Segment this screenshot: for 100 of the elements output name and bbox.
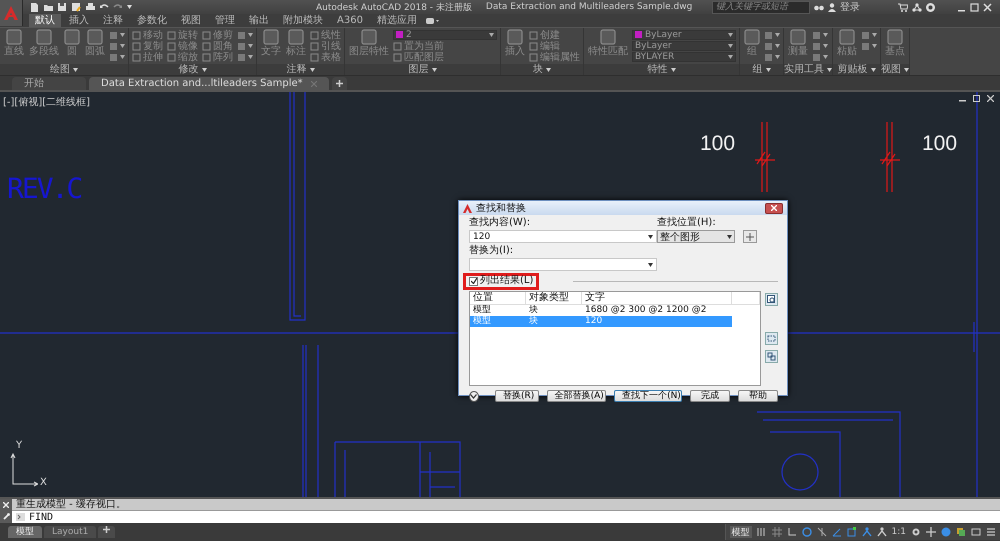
ribbon-icon-button[interactable] <box>237 30 253 40</box>
ribbon-tab[interactable]: 管理 <box>209 14 241 27</box>
ribbon-tool-button[interactable]: 圆 <box>63 29 81 63</box>
dialog-button[interactable]: 全部替换(A) <box>546 390 606 402</box>
ribbon-tool-button[interactable]: 圆角 <box>202 40 233 52</box>
grid-icon[interactable] <box>772 527 782 537</box>
circle-icon[interactable] <box>802 527 812 537</box>
ribbon-tool-button[interactable]: 标注 <box>285 29 307 63</box>
new-layout-button[interactable] <box>98 526 116 538</box>
ribbon-tool-button[interactable]: 编辑属性 <box>529 52 580 62</box>
plus-icon[interactable] <box>926 527 936 537</box>
person-icon[interactable] <box>862 527 872 537</box>
checkbox-label[interactable]: 列出结果(L) <box>480 275 534 287</box>
ribbon-tool-button[interactable]: 缩放 <box>167 52 198 62</box>
folder-icon[interactable] <box>43 2 53 12</box>
maximize-icon[interactable] <box>970 2 979 12</box>
ribbon-tab[interactable]: 默认 <box>29 14 61 27</box>
ribbon-tab[interactable]: 注释 <box>97 14 129 27</box>
combo-field[interactable]: 120 <box>469 230 657 243</box>
model-space-button[interactable]: 模型 <box>730 526 752 538</box>
ribbon-tool-button[interactable]: 创建 <box>529 30 580 40</box>
ribbon-tab[interactable]: 附加模块 <box>277 14 329 27</box>
ribbon-tool-button[interactable]: 圆弧 <box>84 29 106 63</box>
annotation-scale[interactable]: 1:1 <box>892 527 906 537</box>
grid-icon[interactable] <box>756 527 767 537</box>
cart-icon[interactable] <box>898 2 908 12</box>
ribbon-tool-button[interactable]: 特性匹配 <box>587 29 629 63</box>
combo-field[interactable] <box>469 258 657 271</box>
ribbon-tool-button[interactable]: 阵列 <box>202 52 233 62</box>
maximize-icon[interactable] <box>971 527 981 537</box>
ribbon-dropdown[interactable]: 2 <box>393 30 497 40</box>
square-icon[interactable] <box>846 527 857 537</box>
network-icon[interactable] <box>912 2 922 12</box>
dialog-button[interactable]: 替换(R) <box>494 390 539 402</box>
ribbon-tab[interactable]: 输出 <box>243 14 275 27</box>
ribbon-tool-button[interactable]: 文字 <box>260 29 282 63</box>
user-icon[interactable] <box>828 2 836 12</box>
ribbon-tab[interactable]: 视图 <box>175 14 207 27</box>
document-tab[interactable]: Data Extraction and...ltileaders Sample* <box>89 77 329 90</box>
maximize-icon[interactable] <box>973 95 980 102</box>
ribbon-tool-button[interactable]: 引线 <box>310 40 341 52</box>
ribbon-tool-button[interactable]: 表格 <box>310 52 341 62</box>
ortho-icon[interactable] <box>786 527 797 537</box>
ribbon-icon-button[interactable] <box>812 30 828 40</box>
ribbon-tab[interactable]: A360 <box>331 14 369 27</box>
person-icon[interactable] <box>876 527 887 537</box>
ribbon-tool-button[interactable]: 镜像 <box>167 40 198 52</box>
ribbon-tab[interactable]: 插入 <box>63 14 95 27</box>
ribbon-tool-button[interactable]: 修剪 <box>202 30 233 40</box>
close-icon[interactable] <box>987 95 994 102</box>
ribbon-tool-button[interactable]: 线性 <box>310 30 341 40</box>
new-file-icon[interactable] <box>29 2 39 12</box>
expand-button[interactable] <box>469 390 479 402</box>
new-tab-button[interactable] <box>332 77 347 90</box>
ribbon-tool-button[interactable]: 多段线 <box>28 29 60 63</box>
ribbon-icon-button[interactable] <box>861 40 877 52</box>
layout-tab[interactable]: Layout1 <box>44 526 96 538</box>
layers-icon[interactable] <box>956 527 966 537</box>
ribbon-toggle-icon[interactable] <box>424 16 439 24</box>
close-button[interactable] <box>765 202 783 214</box>
select-objects-button[interactable] <box>743 230 757 243</box>
ribbon-tool-button[interactable]: 基点 <box>884 29 906 63</box>
select-button[interactable] <box>765 332 778 345</box>
location-dropdown[interactable]: 整个图形 <box>657 230 735 243</box>
ribbon-tool-button[interactable]: 测量 <box>787 29 809 63</box>
ribbon-icon-button[interactable] <box>861 30 877 40</box>
sign-in-link[interactable]: 登录 <box>840 0 860 14</box>
layout-tab[interactable]: 模型 <box>8 526 42 538</box>
printer-icon[interactable] <box>85 2 95 12</box>
dialog-button[interactable]: 查找下一个(N) <box>614 390 682 402</box>
ribbon-icon-button[interactable] <box>109 52 125 62</box>
dialog-button[interactable]: 帮助 <box>738 390 778 402</box>
ribbon-tool-button[interactable]: 置为当前 <box>393 40 497 52</box>
ribbon-tool-button[interactable]: 直线 <box>3 29 25 63</box>
ribbon-tab[interactable]: 参数化 <box>131 14 173 27</box>
ribbon-dropdown[interactable]: ByLayer <box>632 40 736 50</box>
ribbon-icon-button[interactable] <box>109 30 125 40</box>
ribbon-tool-button[interactable]: 拉伸 <box>132 52 163 62</box>
zoom-button[interactable] <box>765 293 778 306</box>
ribbon-icon-button[interactable] <box>237 52 253 62</box>
ribbon-tool-button[interactable]: 组 <box>743 29 761 63</box>
document-tab[interactable]: 开始 <box>12 77 86 90</box>
ribbon-tool-button[interactable]: 复制 <box>132 40 163 52</box>
ribbon-tool-button[interactable]: 图层特性 <box>348 29 390 63</box>
save-icon[interactable] <box>57 2 67 12</box>
checkbox[interactable] <box>469 276 478 286</box>
ribbon-icon-button[interactable] <box>237 40 253 52</box>
ribbon-icon-button[interactable] <box>764 52 780 62</box>
viewport-label[interactable]: [-][俯视][二维线框] <box>3 95 90 109</box>
ribbon-tab[interactable]: 精选应用 <box>370 14 423 27</box>
ribbon-dropdown[interactable]: ByLayer <box>632 30 736 40</box>
circle-icon[interactable] <box>941 527 951 537</box>
ribbon-icon-button[interactable] <box>812 40 828 52</box>
wrench-icon[interactable] <box>2 513 10 520</box>
ribbon-tool-button[interactable]: 粘贴 <box>836 29 858 63</box>
ribbon-icon-button[interactable] <box>109 40 125 52</box>
ribbon-dropdown[interactable]: BYLAYER <box>632 52 736 62</box>
ribbon-tool-button[interactable]: 插入 <box>504 29 526 63</box>
selection-set-button[interactable] <box>765 350 778 363</box>
ribbon-icon-button[interactable] <box>764 30 780 40</box>
